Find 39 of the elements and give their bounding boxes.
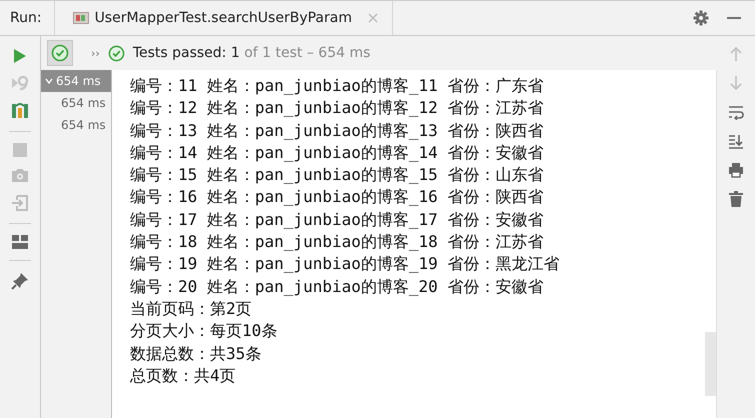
close-icon[interactable] [368, 13, 378, 23]
console-line: 编号：12 姓名：pan_junbiao的博客_12 省份：江苏省 [130, 97, 544, 120]
print-icon[interactable] [728, 162, 744, 178]
console-line: 分页大小：每页10条 [130, 320, 278, 342]
console-line: 总页数：共4页 [130, 364, 237, 387]
run-tab[interactable]: UserMapperTest.searchUserByParam [54, 1, 393, 35]
test-config-icon [72, 12, 89, 24]
minimize-icon[interactable] [727, 16, 741, 20]
scroll-to-end-icon[interactable] [728, 133, 744, 149]
console-line: 编号：17 姓名：pan_junbiao的博客_17 省份：安徽省 [130, 208, 544, 231]
console-line: 编号：13 姓名：pan_junbiao的博客_13 省份：陕西省 [130, 120, 544, 142]
wrap-icon[interactable] [728, 104, 744, 120]
console-line: 编号：18 姓名：pan_junbiao的博客_18 省份：江苏省 [130, 231, 544, 254]
test-tree-item[interactable]: 654 ms [41, 92, 111, 114]
test-summary: Tests passed: 1 of 1 test – 654 ms [132, 45, 370, 61]
console-line: 数据总数：共35条 [130, 342, 262, 365]
console-line: 编号：16 姓名：pan_junbiao的博客_16 省份：陕西省 [130, 186, 544, 208]
test-tree-item[interactable]: 654 ms [41, 114, 111, 136]
run-icon[interactable] [13, 48, 27, 64]
show-passed-button[interactable] [47, 40, 73, 66]
import-icon[interactable] [11, 194, 29, 212]
layout-icon[interactable] [12, 235, 28, 249]
chevron-icon[interactable] [45, 77, 53, 85]
toggle-icon[interactable] [11, 102, 29, 120]
scrollbar-thumb[interactable] [705, 332, 716, 396]
console-line: 编号：11 姓名：pan_junbiao的博客_11 省份：广东省 [130, 75, 544, 97]
passed-icon [108, 44, 125, 62]
console-line: 当前页码：第2页 [130, 298, 253, 320]
pin-icon[interactable] [11, 272, 29, 290]
test-tree-item[interactable]: 654 ms [41, 70, 111, 92]
more-chevron[interactable]: ›› [91, 46, 100, 60]
test-tree-label: 654 ms [56, 73, 101, 90]
camera-icon[interactable] [11, 168, 29, 183]
console-line: 编号：14 姓名：pan_junbiao的博客_14 省份：安徽省 [130, 142, 544, 164]
console-line: 编号：20 姓名：pan_junbiao的博客_20 省份：安徽省 [130, 276, 544, 298]
console-line: 编号：15 姓名：pan_junbiao的博客_15 省份：山东省 [130, 164, 544, 186]
console-line: 编号：19 姓名：pan_junbiao的博客_19 省份：黑龙江省 [130, 253, 560, 276]
trash-icon[interactable] [729, 191, 743, 207]
settings-icon[interactable] [693, 10, 709, 26]
